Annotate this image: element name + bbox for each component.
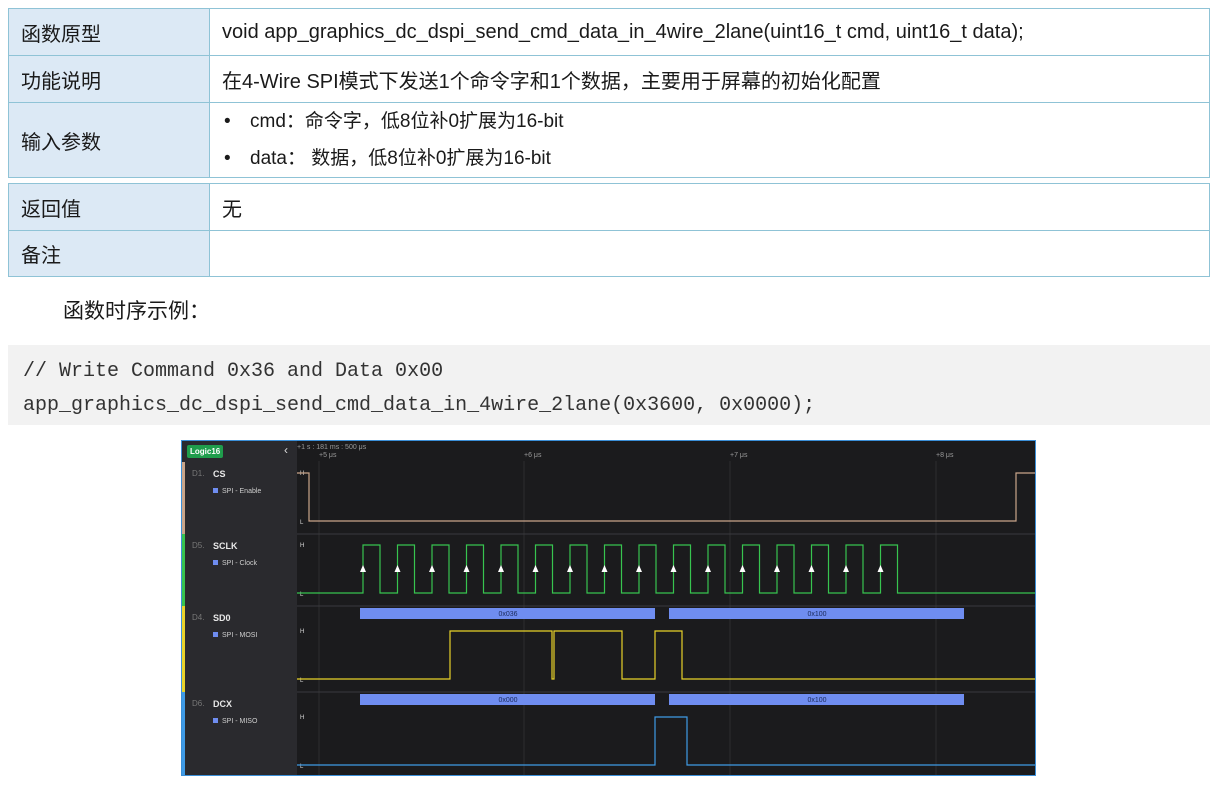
time-tick: +8 μs xyxy=(936,452,954,459)
row-key: 备注 xyxy=(8,230,210,277)
table-row: 函数原型 void app_graphics_dc_dspi_send_cmd_… xyxy=(8,8,1210,56)
param-list: cmd：命令字，低8位补0扩展为16-bit data： 数据，低8位补0扩展为… xyxy=(222,103,1197,177)
function-prototype: void app_graphics_dc_dspi_send_cmd_data_… xyxy=(209,8,1210,56)
list-item: data： 数据，低8位补0扩展为16-bit xyxy=(222,140,1197,177)
rising-edge-arrow xyxy=(429,565,435,572)
svg-text:H: H xyxy=(300,471,304,477)
rising-edge-arrow xyxy=(532,565,539,572)
sd0-waveform xyxy=(297,630,1035,680)
rising-edge-arrow xyxy=(705,565,711,572)
rising-edge-arrow xyxy=(808,565,815,572)
rising-edge-arrow xyxy=(774,565,780,572)
rising-edge-arrow xyxy=(498,565,504,572)
table-row: 返回值 无 xyxy=(8,183,1210,231)
code-block: // Write Command 0x36 and Data 0x00 app_… xyxy=(8,345,1210,425)
list-item: cmd：命令字，低8位补0扩展为16-bit xyxy=(222,103,1197,140)
row-key: 返回值 xyxy=(8,183,210,231)
sclk-waveform xyxy=(297,544,1035,594)
rising-edge-arrow xyxy=(636,565,642,572)
waveform-area[interactable]: +1 s : 181 ms : 500 μs +5 μs +6 μs +7 μs… xyxy=(182,441,1035,775)
rising-edge-arrow xyxy=(670,565,677,572)
rising-edge-arrow xyxy=(739,565,746,572)
rising-edge-arrow xyxy=(843,565,849,572)
rising-edge-arrow xyxy=(394,565,401,572)
row-key: 功能说明 xyxy=(8,55,210,103)
svg-text:H: H xyxy=(300,543,304,549)
table-row: 备注 xyxy=(8,230,1210,277)
time-tick: +7 μs xyxy=(730,452,748,459)
table-row: 功能说明 在4-Wire SPI模式下发送1个命令字和1个数据，主要用于屏幕的初… xyxy=(8,55,1210,103)
remarks xyxy=(209,230,1210,277)
svg-text:H: H xyxy=(300,629,304,635)
api-table: 函数原型 void app_graphics_dc_dspi_send_cmd_… xyxy=(8,8,1210,178)
cs-waveform xyxy=(297,472,1035,522)
rising-edge-arrow xyxy=(877,565,884,572)
rising-edge-arrow xyxy=(360,565,366,572)
miso-decode-value: 0x000 xyxy=(498,697,517,704)
table-row: 输入参数 cmd：命令字，低8位补0扩展为16-bit data： 数据，低8位… xyxy=(8,102,1210,178)
time-header: +1 s : 181 ms : 500 μs xyxy=(297,444,367,451)
row-key: 输入参数 xyxy=(8,102,210,178)
mosi-decode-value: 0x100 xyxy=(807,611,826,618)
return-value: 无 xyxy=(209,183,1210,231)
rising-edge-arrow xyxy=(567,565,573,572)
input-params: cmd：命令字，低8位补0扩展为16-bit data： 数据，低8位补0扩展为… xyxy=(209,102,1210,178)
dcx-waveform xyxy=(297,716,1035,766)
rising-edge-arrow xyxy=(463,565,470,572)
row-key: 函数原型 xyxy=(8,8,210,56)
code-comment: // Write Command 0x36 and Data 0x00 xyxy=(23,360,444,383)
timing-caption: 函数时序示例： xyxy=(63,299,210,323)
code-call: app_graphics_dc_dspi_send_cmd_data_in_4w… xyxy=(23,394,816,417)
function-description: 在4-Wire SPI模式下发送1个命令字和1个数据，主要用于屏幕的初始化配置 xyxy=(209,55,1210,103)
mosi-decode-value: 0x036 xyxy=(498,611,517,618)
svg-text:H: H xyxy=(300,715,304,721)
time-tick: +5 μs xyxy=(319,452,337,459)
api-table-continued: 返回值 无 备注 xyxy=(8,183,1210,277)
rising-edge-arrow xyxy=(601,565,608,572)
miso-decode-value: 0x100 xyxy=(807,697,826,704)
time-tick: +6 μs xyxy=(524,452,542,459)
logic-analyzer: Logic16 ‹ D1. CS SPI - Enable D5. SCLK S… xyxy=(181,440,1036,776)
svg-text:L: L xyxy=(300,520,304,526)
